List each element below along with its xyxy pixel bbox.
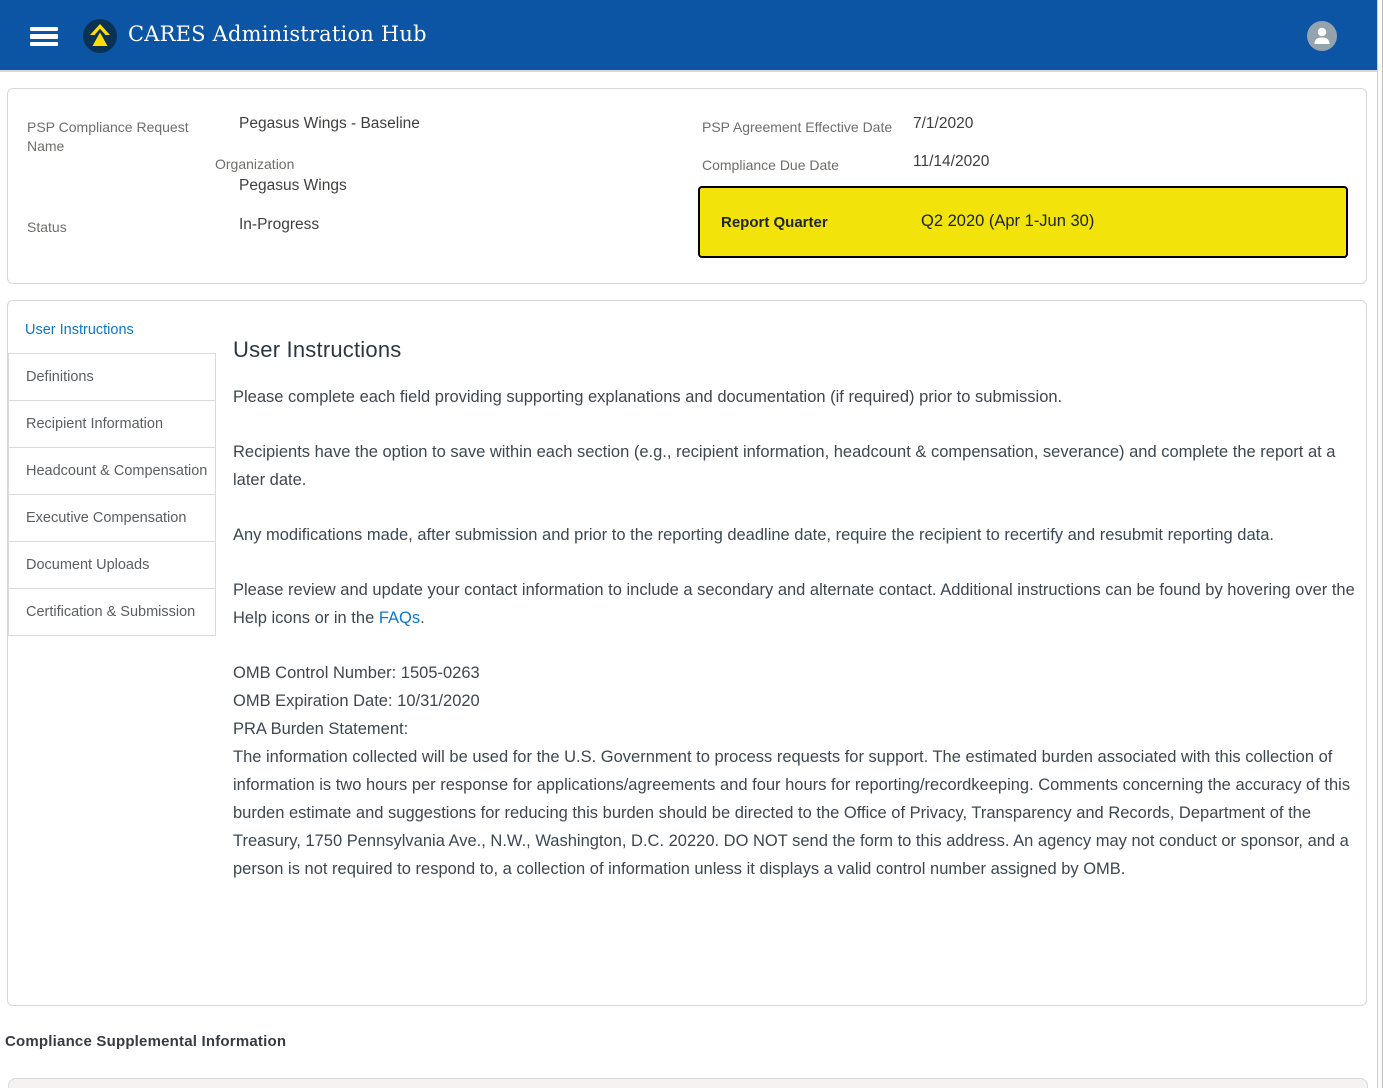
tab-recipient-information[interactable]: Recipient Information	[8, 400, 216, 448]
page: CARES Administration Hub PSP Compliance …	[0, 0, 1383, 1088]
supplemental-section-title: Compliance Supplemental Information	[5, 1033, 286, 1050]
faqs-link[interactable]: FAQs	[379, 609, 420, 627]
status-label: Status	[27, 218, 67, 237]
omb-expiration-date: OMB Expiration Date: 10/31/2020	[233, 687, 1355, 715]
status-value: In-Progress	[239, 215, 319, 235]
treasury-chevron-logo-icon	[82, 18, 118, 54]
report-quarter-value: Q2 2020 (Apr 1-Jun 30)	[921, 212, 1094, 231]
paragraph-4-period: .	[420, 609, 425, 627]
section-tab-list: User Instructions Definitions Recipient …	[8, 306, 216, 636]
content-heading: User Instructions	[233, 337, 1355, 363]
user-avatar-icon[interactable]	[1307, 21, 1337, 51]
effective-date-label: PSP Agreement Effective Date	[702, 118, 892, 137]
tab-certification-submission[interactable]: Certification & Submission	[8, 588, 216, 636]
instruction-paragraph-2: Recipients have the option to save withi…	[233, 438, 1355, 494]
instruction-paragraph-3: Any modifications made, after submission…	[233, 521, 1355, 549]
request-name-value: Pegasus Wings - Baseline	[239, 114, 420, 134]
pra-burden-text: The information collected will be used f…	[233, 743, 1355, 883]
due-date-value: 11/14/2020	[913, 152, 989, 172]
report-quarter-label: Report Quarter	[721, 214, 828, 231]
effective-date-value: 7/1/2020	[913, 114, 973, 134]
tab-document-uploads[interactable]: Document Uploads	[8, 541, 216, 589]
organization-value: Pegasus Wings	[239, 176, 347, 196]
due-date-label: Compliance Due Date	[702, 156, 839, 175]
compliance-supplemental-panel	[8, 1078, 1368, 1088]
tab-executive-compensation[interactable]: Executive Compensation	[8, 494, 216, 542]
tab-user-instructions[interactable]: User Instructions	[8, 306, 216, 354]
tab-content: User Instructions Please complete each f…	[233, 337, 1355, 883]
instruction-paragraph-1: Please complete each field providing sup…	[233, 383, 1355, 411]
tab-headcount-compensation[interactable]: Headcount & Compensation	[8, 447, 216, 495]
app-header: CARES Administration Hub	[0, 0, 1377, 72]
app-title: CARES Administration Hub	[128, 22, 427, 46]
hamburger-menu-icon[interactable]	[30, 27, 58, 46]
instruction-paragraph-4: Please review and update your contact in…	[233, 576, 1355, 632]
user-instructions-card: User Instructions Definitions Recipient …	[7, 300, 1367, 1006]
tab-definitions[interactable]: Definitions	[8, 353, 216, 401]
compliance-summary-card: PSP Compliance Request Name Pegasus Wing…	[7, 88, 1367, 284]
vertical-scrollbar[interactable]	[1377, 0, 1383, 1088]
omb-control-number: OMB Control Number: 1505-0263	[233, 659, 1355, 687]
organization-label: Organization	[215, 155, 294, 174]
pra-burden-label: PRA Burden Statement:	[233, 715, 1355, 743]
omb-block: OMB Control Number: 1505-0263 OMB Expira…	[233, 659, 1355, 883]
request-name-label: PSP Compliance Request Name	[27, 118, 195, 156]
report-quarter-highlight: Report Quarter Q2 2020 (Apr 1-Jun 30)	[698, 186, 1348, 258]
